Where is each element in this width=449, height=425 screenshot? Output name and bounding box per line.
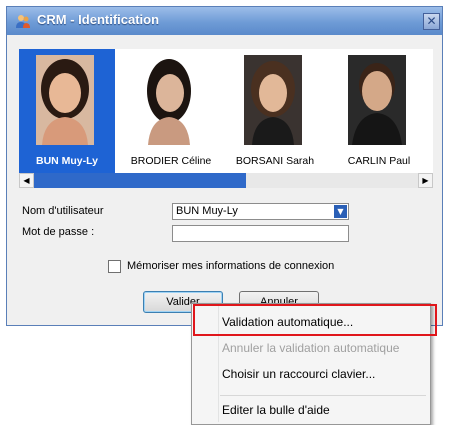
user-photo-icon: [348, 55, 406, 145]
scroll-left-icon[interactable]: ◀: [19, 173, 34, 188]
user-name: CARLIN Paul: [347, 155, 411, 167]
scroll-thumb[interactable]: [34, 173, 246, 188]
password-label: Mot de passe :: [22, 226, 95, 238]
chevron-down-icon[interactable]: ▼: [334, 205, 347, 218]
user-card-carlin[interactable]: CARLIN Paul: [331, 49, 427, 173]
user-name: BORSANI Sarah: [235, 155, 315, 167]
window-title: CRM - Identification: [37, 12, 160, 27]
password-input[interactable]: [172, 225, 349, 242]
menu-item-cancel-auto-validation: Annuler la validation automatique: [222, 341, 400, 355]
remember-checkbox[interactable]: [108, 260, 121, 273]
scroll-right-icon[interactable]: ▶: [418, 173, 433, 188]
user-photo-icon: [140, 55, 198, 145]
menu-item-choose-shortcut[interactable]: Choisir un raccourci clavier...: [222, 367, 375, 381]
menu-item-edit-tooltip[interactable]: Editer la bulle d'aide: [222, 403, 330, 417]
username-value: BUN Muy-Ly: [176, 205, 238, 217]
user-gallery: BUN Muy-Ly BRODIER Céline BORSANI Sarah: [19, 49, 433, 173]
login-dialog: CRM - Identification ✕ BUN Muy-Ly BRODIE…: [6, 6, 443, 326]
username-label: Nom d'utilisateur: [22, 205, 104, 217]
user-card-bun[interactable]: BUN Muy-Ly: [19, 49, 115, 173]
remember-label[interactable]: Mémoriser mes informations de connexion: [127, 260, 334, 272]
user-name: BRODIER Céline: [130, 155, 212, 167]
user-card-borsani[interactable]: BORSANI Sarah: [227, 49, 323, 173]
user-card-brodier[interactable]: BRODIER Céline: [123, 49, 219, 173]
gallery-scrollbar[interactable]: ◀ ▶: [19, 173, 433, 188]
highlight-box: [193, 304, 437, 336]
users-icon: [16, 15, 30, 28]
user-photo-icon: [36, 55, 94, 145]
close-button[interactable]: ✕: [423, 13, 440, 30]
user-name: BUN Muy-Ly: [35, 155, 99, 167]
menu-separator: [220, 395, 426, 396]
user-photo-icon: [244, 55, 302, 145]
username-select[interactable]: BUN Muy-Ly ▼: [172, 203, 349, 220]
title-bar[interactable]: CRM - Identification ✕: [7, 7, 442, 35]
